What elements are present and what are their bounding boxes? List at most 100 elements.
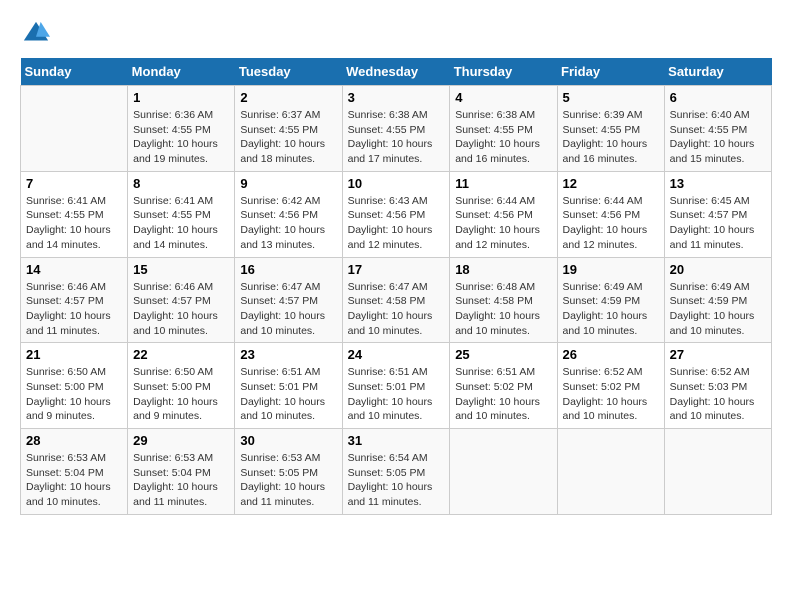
day-number: 16 — [240, 262, 336, 277]
day-number: 14 — [26, 262, 122, 277]
day-number: 15 — [133, 262, 229, 277]
day-number: 24 — [348, 347, 445, 362]
cell-info: Sunrise: 6:52 AM Sunset: 5:03 PM Dayligh… — [670, 365, 766, 424]
cell-info: Sunrise: 6:51 AM Sunset: 5:02 PM Dayligh… — [455, 365, 551, 424]
calendar-week-row: 14 Sunrise: 6:46 AM Sunset: 4:57 PM Dayli… — [21, 257, 772, 343]
weekday-header: Sunday — [21, 58, 128, 86]
cell-info: Sunrise: 6:54 AM Sunset: 5:05 PM Dayligh… — [348, 451, 445, 510]
cell-info: Sunrise: 6:46 AM Sunset: 4:57 PM Dayligh… — [26, 280, 122, 339]
cell-info: Sunrise: 6:53 AM Sunset: 5:05 PM Dayligh… — [240, 451, 336, 510]
logo-text — [20, 20, 52, 48]
cell-info: Sunrise: 6:47 AM Sunset: 4:57 PM Dayligh… — [240, 280, 336, 339]
cell-info: Sunrise: 6:51 AM Sunset: 5:01 PM Dayligh… — [240, 365, 336, 424]
cell-info: Sunrise: 6:45 AM Sunset: 4:57 PM Dayligh… — [670, 194, 766, 253]
day-number: 20 — [670, 262, 766, 277]
calendar-cell: 20 Sunrise: 6:49 AM Sunset: 4:59 PM Dayli… — [664, 257, 771, 343]
calendar-cell: 27 Sunrise: 6:52 AM Sunset: 5:03 PM Dayli… — [664, 343, 771, 429]
cell-info: Sunrise: 6:44 AM Sunset: 4:56 PM Dayligh… — [455, 194, 551, 253]
day-number: 21 — [26, 347, 122, 362]
day-number: 17 — [348, 262, 445, 277]
day-number: 5 — [563, 90, 659, 105]
cell-info: Sunrise: 6:39 AM Sunset: 4:55 PM Dayligh… — [563, 108, 659, 167]
calendar-cell: 4Sunrise: 6:38 AM Sunset: 4:55 PM Daylig… — [450, 86, 557, 172]
calendar-cell: 22 Sunrise: 6:50 AM Sunset: 5:00 PM Dayli… — [128, 343, 235, 429]
calendar-week-row: 7 Sunrise: 6:41 AM Sunset: 4:55 PM Daylig… — [21, 171, 772, 257]
calendar-table: SundayMondayTuesdayWednesdayThursdayFrid… — [20, 58, 772, 515]
weekday-header: Tuesday — [235, 58, 342, 86]
weekday-header: Wednesday — [342, 58, 450, 86]
calendar-cell: 23 Sunrise: 6:51 AM Sunset: 5:01 PM Dayli… — [235, 343, 342, 429]
calendar-cell: 8Sunrise: 6:41 AM Sunset: 4:55 PM Daylig… — [128, 171, 235, 257]
cell-info: Sunrise: 6:49 AM Sunset: 4:59 PM Dayligh… — [670, 280, 766, 339]
day-number: 29 — [133, 433, 229, 448]
day-number: 1 — [133, 90, 229, 105]
cell-info: Sunrise: 6:42 AM Sunset: 4:56 PM Dayligh… — [240, 194, 336, 253]
calendar-cell: 28 Sunrise: 6:53 AM Sunset: 5:04 PM Dayli… — [21, 429, 128, 515]
cell-info: Sunrise: 6:38 AM Sunset: 4:55 PM Dayligh… — [455, 108, 551, 167]
day-number: 10 — [348, 176, 445, 191]
calendar-cell: 19 Sunrise: 6:49 AM Sunset: 4:59 PM Dayli… — [557, 257, 664, 343]
cell-info: Sunrise: 6:37 AM Sunset: 4:55 PM Dayligh… — [240, 108, 336, 167]
day-number: 27 — [670, 347, 766, 362]
weekday-header: Monday — [128, 58, 235, 86]
calendar-cell: 11 Sunrise: 6:44 AM Sunset: 4:56 PM Dayli… — [450, 171, 557, 257]
cell-info: Sunrise: 6:48 AM Sunset: 4:58 PM Dayligh… — [455, 280, 551, 339]
cell-info: Sunrise: 6:36 AM Sunset: 4:55 PM Dayligh… — [133, 108, 229, 167]
cell-info: Sunrise: 6:50 AM Sunset: 5:00 PM Dayligh… — [133, 365, 229, 424]
calendar-cell: 16 Sunrise: 6:47 AM Sunset: 4:57 PM Dayli… — [235, 257, 342, 343]
calendar-cell: 25 Sunrise: 6:51 AM Sunset: 5:02 PM Dayli… — [450, 343, 557, 429]
calendar-cell — [21, 86, 128, 172]
cell-info: Sunrise: 6:49 AM Sunset: 4:59 PM Dayligh… — [563, 280, 659, 339]
calendar-cell: 26 Sunrise: 6:52 AM Sunset: 5:02 PM Dayli… — [557, 343, 664, 429]
cell-info: Sunrise: 6:38 AM Sunset: 4:55 PM Dayligh… — [348, 108, 445, 167]
calendar-cell: 29 Sunrise: 6:53 AM Sunset: 5:04 PM Dayli… — [128, 429, 235, 515]
calendar-cell: 18 Sunrise: 6:48 AM Sunset: 4:58 PM Dayli… — [450, 257, 557, 343]
calendar-cell — [664, 429, 771, 515]
day-number: 31 — [348, 433, 445, 448]
cell-info: Sunrise: 6:47 AM Sunset: 4:58 PM Dayligh… — [348, 280, 445, 339]
day-number: 12 — [563, 176, 659, 191]
day-number: 2 — [240, 90, 336, 105]
day-number: 11 — [455, 176, 551, 191]
cell-info: Sunrise: 6:40 AM Sunset: 4:55 PM Dayligh… — [670, 108, 766, 167]
cell-info: Sunrise: 6:53 AM Sunset: 5:04 PM Dayligh… — [26, 451, 122, 510]
logo — [20, 20, 52, 48]
calendar-cell: 15 Sunrise: 6:46 AM Sunset: 4:57 PM Dayli… — [128, 257, 235, 343]
cell-info: Sunrise: 6:53 AM Sunset: 5:04 PM Dayligh… — [133, 451, 229, 510]
calendar-cell: 30 Sunrise: 6:53 AM Sunset: 5:05 PM Dayli… — [235, 429, 342, 515]
day-number: 23 — [240, 347, 336, 362]
day-number: 30 — [240, 433, 336, 448]
calendar-cell: 1 Sunrise: 6:36 AM Sunset: 4:55 PM Daylig… — [128, 86, 235, 172]
calendar-cell: 14 Sunrise: 6:46 AM Sunset: 4:57 PM Dayli… — [21, 257, 128, 343]
day-number: 18 — [455, 262, 551, 277]
calendar-week-row: 28 Sunrise: 6:53 AM Sunset: 5:04 PM Dayli… — [21, 429, 772, 515]
day-number: 19 — [563, 262, 659, 277]
cell-info: Sunrise: 6:41 AM Sunset: 4:55 PM Dayligh… — [133, 194, 229, 253]
calendar-cell — [557, 429, 664, 515]
cell-info: Sunrise: 6:50 AM Sunset: 5:00 PM Dayligh… — [26, 365, 122, 424]
day-number: 26 — [563, 347, 659, 362]
calendar-cell: 3Sunrise: 6:38 AM Sunset: 4:55 PM Daylig… — [342, 86, 450, 172]
day-number: 7 — [26, 176, 122, 191]
day-number: 25 — [455, 347, 551, 362]
calendar-cell: 24Sunrise: 6:51 AM Sunset: 5:01 PM Dayli… — [342, 343, 450, 429]
calendar-cell: 6 Sunrise: 6:40 AM Sunset: 4:55 PM Daylig… — [664, 86, 771, 172]
calendar-cell: 31 Sunrise: 6:54 AM Sunset: 5:05 PM Dayli… — [342, 429, 450, 515]
day-number: 6 — [670, 90, 766, 105]
calendar-cell: 7Sunrise: 6:41 AM Sunset: 4:55 PM Daylig… — [21, 171, 128, 257]
cell-info: Sunrise: 6:46 AM Sunset: 4:57 PM Dayligh… — [133, 280, 229, 339]
calendar-cell: 10 Sunrise: 6:43 AM Sunset: 4:56 PM Dayli… — [342, 171, 450, 257]
day-number: 22 — [133, 347, 229, 362]
cell-info: Sunrise: 6:43 AM Sunset: 4:56 PM Dayligh… — [348, 194, 445, 253]
cell-info: Sunrise: 6:52 AM Sunset: 5:02 PM Dayligh… — [563, 365, 659, 424]
weekday-header: Thursday — [450, 58, 557, 86]
day-number: 28 — [26, 433, 122, 448]
day-number: 9 — [240, 176, 336, 191]
calendar-cell: 13Sunrise: 6:45 AM Sunset: 4:57 PM Dayli… — [664, 171, 771, 257]
calendar-cell — [450, 429, 557, 515]
page-header — [20, 20, 772, 48]
weekday-header: Friday — [557, 58, 664, 86]
calendar-cell: 12Sunrise: 6:44 AM Sunset: 4:56 PM Dayli… — [557, 171, 664, 257]
calendar-cell: 21 Sunrise: 6:50 AM Sunset: 5:00 PM Dayli… — [21, 343, 128, 429]
calendar-cell: 17 Sunrise: 6:47 AM Sunset: 4:58 PM Dayli… — [342, 257, 450, 343]
